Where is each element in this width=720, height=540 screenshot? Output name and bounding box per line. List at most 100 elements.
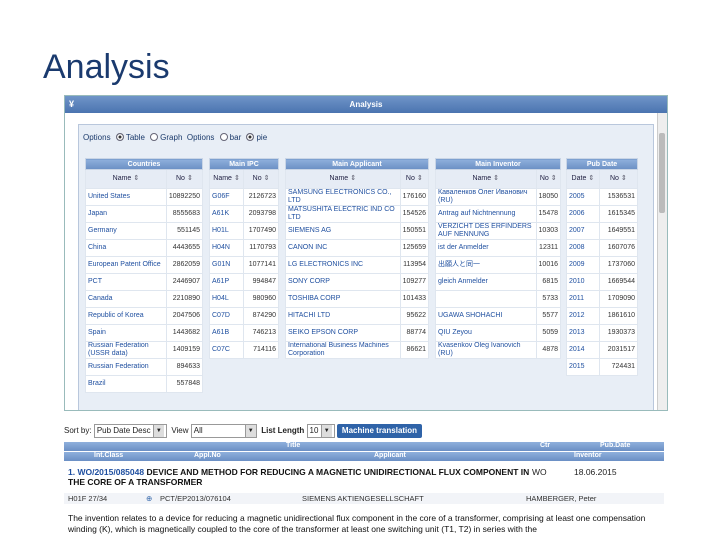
- row-name[interactable]: 2008: [566, 239, 600, 257]
- table-row[interactable]: MATSUSHITA ELECTRIC IND CO LTD 154526: [285, 205, 430, 223]
- row-name[interactable]: Germany: [85, 222, 167, 240]
- vertical-scrollbar[interactable]: [657, 113, 667, 410]
- row-name[interactable]: gleich Anmelder: [435, 273, 537, 291]
- table-row[interactable]: United States 10892250: [85, 188, 204, 206]
- col-applno[interactable]: Appl.No: [194, 452, 221, 459]
- table-row[interactable]: Brazil 557848: [85, 375, 204, 393]
- row-name[interactable]: 2007: [566, 222, 600, 240]
- result-title[interactable]: 1. WO/2015/085048 DEVICE AND METHOD FOR …: [68, 467, 538, 487]
- info-icon[interactable]: ⊕: [146, 494, 152, 503]
- row-name[interactable]: A61P: [208, 273, 245, 291]
- row-name[interactable]: A61B: [208, 324, 245, 342]
- col-pubdate[interactable]: Pub.Date: [600, 442, 630, 449]
- row-name[interactable]: Brazil: [85, 375, 167, 393]
- table-row[interactable]: Russian Federation (USSR data) 1409159: [85, 341, 204, 359]
- col-date[interactable]: Date ⇕: [566, 169, 600, 189]
- table-row[interactable]: Каваленков Олег Иванович (RU) 18050: [435, 188, 562, 206]
- row-name[interactable]: [435, 290, 537, 308]
- radio-pie[interactable]: [246, 133, 255, 141]
- row-name[interactable]: Canada: [85, 290, 167, 308]
- row-name[interactable]: United States: [85, 188, 167, 206]
- table-row[interactable]: Russian Federation 894633: [85, 358, 204, 376]
- table-row[interactable]: 出願人と同一 10016: [435, 256, 562, 274]
- table-row[interactable]: VERZICHT DES ERFINDERS AUF NENNUNG 10303: [435, 222, 562, 240]
- row-name[interactable]: SONY CORP: [285, 273, 401, 291]
- row-name[interactable]: UGAWA SHOHACHI: [435, 307, 537, 325]
- row-name[interactable]: QIU Zeyou: [435, 324, 537, 342]
- row-name[interactable]: 2011: [566, 290, 600, 308]
- row-name[interactable]: 2013: [566, 324, 600, 342]
- table-row[interactable]: 2005 1536531: [566, 188, 639, 206]
- row-name[interactable]: HITACHI LTD: [285, 307, 401, 325]
- row-name[interactable]: International Business Machines Corporat…: [285, 341, 401, 359]
- table-row[interactable]: A61K 2093798: [208, 205, 279, 223]
- row-name[interactable]: Russian Federation (USSR data): [85, 341, 167, 359]
- row-name[interactable]: C07D: [208, 307, 245, 325]
- row-name[interactable]: SIEMENS AG: [285, 222, 401, 240]
- table-row[interactable]: SONY CORP 109277: [285, 273, 430, 291]
- table-row[interactable]: QIU Zeyou 5059: [435, 324, 562, 342]
- sort-select[interactable]: Pub Date Desc ▼: [93, 424, 167, 438]
- table-row[interactable]: TOSHIBA CORP 101433: [285, 290, 430, 308]
- table-row[interactable]: 2015 724431: [566, 358, 639, 376]
- row-name[interactable]: LG ELECTRONICS INC: [285, 256, 401, 274]
- table-row[interactable]: 2010 1669544: [566, 273, 639, 291]
- col-ctr[interactable]: Ctr: [540, 442, 550, 449]
- radio-bar[interactable]: [219, 133, 228, 141]
- table-row[interactable]: 2011 1709090: [566, 290, 639, 308]
- table-row[interactable]: LG ELECTRONICS INC 113954: [285, 256, 430, 274]
- result-intclass[interactable]: H01F 27/34: [68, 494, 107, 503]
- table-row[interactable]: gleich Anmelder 6815: [435, 273, 562, 291]
- view-select[interactable]: All ▼: [190, 424, 257, 438]
- row-name[interactable]: C07C: [208, 341, 245, 359]
- table-row[interactable]: A61B 746213: [208, 324, 279, 342]
- row-name[interactable]: SEIKO EPSON CORP: [285, 324, 401, 342]
- collapse-icon[interactable]: ¥: [69, 96, 74, 113]
- table-row[interactable]: H01L 1707490: [208, 222, 279, 240]
- table-row[interactable]: Republic of Korea 2047506: [85, 307, 204, 325]
- row-name[interactable]: H04N: [208, 239, 245, 257]
- row-name[interactable]: G06F: [208, 188, 245, 206]
- table-row[interactable]: 2012 1861610: [566, 307, 639, 325]
- row-name[interactable]: H04L: [208, 290, 245, 308]
- col-no[interactable]: No ⇕: [243, 169, 279, 189]
- machine-translation-button[interactable]: Machine translation: [336, 424, 423, 438]
- table-row[interactable]: 2006 1615345: [566, 205, 639, 223]
- table-row[interactable]: UGAWA SHOHACHI 5577: [435, 307, 562, 325]
- col-no[interactable]: No ⇕: [165, 169, 204, 189]
- col-intclass[interactable]: Int.Class: [94, 452, 123, 459]
- row-name[interactable]: Republic of Korea: [85, 307, 167, 325]
- row-name[interactable]: Kvasenkov Oleg Ivanovich (RU): [435, 341, 537, 359]
- col-title[interactable]: Title: [286, 442, 300, 449]
- table-row[interactable]: H04L 980960: [208, 290, 279, 308]
- table-row[interactable]: SEIKO EPSON CORP 88774: [285, 324, 430, 342]
- col-name[interactable]: Name ⇕: [285, 169, 401, 189]
- row-name[interactable]: Russian Federation: [85, 358, 167, 376]
- row-name[interactable]: Каваленков Олег Иванович (RU): [435, 188, 537, 206]
- table-row[interactable]: Kvasenkov Oleg Ivanovich (RU) 4878: [435, 341, 562, 359]
- row-name[interactable]: 2012: [566, 307, 600, 325]
- table-row[interactable]: 2008 1607076: [566, 239, 639, 257]
- table-row[interactable]: 5733: [435, 290, 562, 308]
- table-row[interactable]: 2014 2031517: [566, 341, 639, 359]
- row-name[interactable]: ist der Anmelder: [435, 239, 537, 257]
- result-number[interactable]: 1. WO/2015/085048: [68, 467, 144, 477]
- row-name[interactable]: CANON INC: [285, 239, 401, 257]
- table-row[interactable]: Canada 2210890: [85, 290, 204, 308]
- table-row[interactable]: G01N 1077141: [208, 256, 279, 274]
- col-name[interactable]: Name ⇕: [208, 169, 245, 189]
- table-row[interactable]: China 4443655: [85, 239, 204, 257]
- col-no[interactable]: No ⇕: [399, 169, 430, 189]
- table-row[interactable]: CANON INC 125659: [285, 239, 430, 257]
- row-name[interactable]: Spain: [85, 324, 167, 342]
- row-name[interactable]: PCT: [85, 273, 167, 291]
- table-row[interactable]: Spain 1443682: [85, 324, 204, 342]
- row-name[interactable]: 出願人と同一: [435, 256, 537, 274]
- row-name[interactable]: 2010: [566, 273, 600, 291]
- row-name[interactable]: 2009: [566, 256, 600, 274]
- list-length-select[interactable]: 10 ▼: [306, 424, 335, 438]
- row-name[interactable]: MATSUSHITA ELECTRIC IND CO LTD: [285, 205, 401, 223]
- row-name[interactable]: 2015: [566, 358, 600, 376]
- row-name[interactable]: 2014: [566, 341, 600, 359]
- table-row[interactable]: Antrag auf Nichtnennung 15478: [435, 205, 562, 223]
